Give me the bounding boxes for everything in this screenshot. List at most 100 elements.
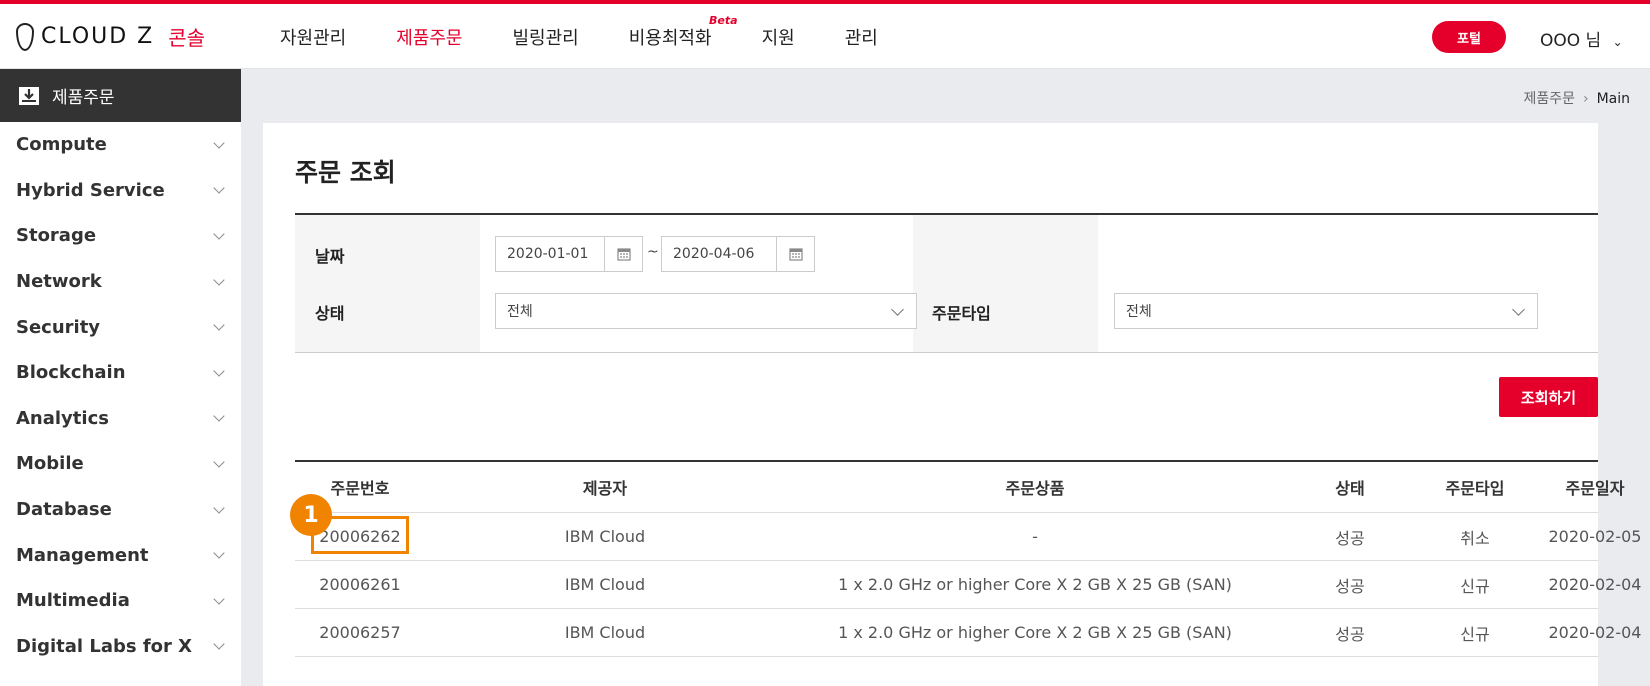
chevron-down-icon — [213, 456, 225, 468]
sidebar-item-label: Blockchain — [16, 362, 126, 384]
column-header: 주문상품 — [1005, 479, 1065, 498]
breadcrumb-parent[interactable]: 제품주문 — [1523, 91, 1575, 107]
chevron-down-icon — [213, 501, 225, 514]
table-header-row: 주문번호 제공자 주문상품 상태 주문타입 주문일자 — [295, 462, 1624, 513]
status-select-value: 전체 — [507, 304, 533, 320]
nav-cost-optimization-label: 비용최적화 — [628, 27, 712, 49]
order-date-cell: 2020-02-05 — [1548, 527, 1642, 546]
chevron-down-icon — [213, 319, 225, 331]
sidebar-item-label: Security — [16, 316, 101, 338]
product-cell: 1 x 2.0 GHz or higher Core X 2 GB X 25 G… — [838, 575, 1232, 594]
sidebar-item-storage[interactable]: Storage — [0, 213, 241, 259]
chevron-down-icon — [213, 410, 225, 423]
order-type-select-value: 전체 — [1126, 304, 1152, 320]
chevron-down-icon — [891, 303, 904, 316]
date-label: 날짜 — [315, 247, 345, 266]
order-number-link[interactable]: 20006261 — [295, 561, 425, 608]
table-row[interactable]: 20006261 IBM Cloud 1 x 2.0 GHz or higher… — [295, 561, 1641, 609]
sidebar-item-multimedia[interactable]: Multimedia — [0, 578, 241, 624]
user-name: OOO 님 — [1540, 31, 1602, 51]
page-title: 주문 조회 — [295, 158, 396, 187]
nav-cost-optimization[interactable]: 비용최적화 Beta — [628, 14, 738, 50]
annotation-step-marker: 1 — [290, 494, 332, 536]
breadcrumb: 제품주문 › Main — [1523, 88, 1630, 108]
sidebar-item-database[interactable]: Database — [0, 487, 241, 533]
date-to-input[interactable]: 2020-04-06 — [661, 236, 777, 272]
sidebar-item-label: Multimedia — [16, 590, 130, 612]
status-cell: 성공 — [1335, 528, 1365, 548]
logo-text: CLOUD Z — [41, 24, 155, 49]
logo[interactable]: CLOUD Z 콘솔 — [16, 22, 205, 51]
user-menu[interactable]: OOO 님 ⌄ — [1540, 26, 1623, 51]
chevron-down-icon — [213, 365, 225, 377]
download-icon — [18, 86, 40, 106]
sidebar-item-blockchain[interactable]: Blockchain — [0, 350, 241, 396]
sidebar-item-label: Hybrid Service — [16, 179, 165, 201]
sidebar-item-analytics[interactable]: Analytics — [0, 396, 241, 442]
order-type-cell: 신규 — [1460, 624, 1490, 644]
sidebar-item-label: Management — [16, 544, 149, 566]
chevron-right-icon: › — [1582, 91, 1589, 107]
chevron-down-icon — [213, 638, 225, 650]
chevron-down-icon — [213, 182, 225, 195]
order-type-select[interactable]: 전체 — [1114, 293, 1538, 329]
calendar-icon[interactable] — [777, 236, 815, 272]
nav-support[interactable]: 지원 — [762, 24, 795, 50]
nav-resource-management[interactable]: 자원관리 — [280, 24, 346, 50]
nav-product-order[interactable]: 제품주문 — [396, 24, 462, 50]
order-date-cell: 2020-02-04 — [1548, 575, 1642, 594]
product-cell: 1 x 2.0 GHz or higher Core X 2 GB X 25 G… — [838, 623, 1232, 642]
sidebar-item-security[interactable]: Security — [0, 304, 241, 350]
nav-admin[interactable]: 관리 — [845, 24, 878, 50]
chevron-down-icon — [213, 593, 225, 605]
sidebar-item-digital-labs[interactable]: Digital Labs for X — [0, 624, 241, 670]
sidebar-item-mobile[interactable]: Mobile — [0, 441, 241, 487]
calendar-icon[interactable] — [605, 236, 643, 272]
provider-cell: IBM Cloud — [564, 527, 646, 546]
sidebar: 제품주문 Compute Hybrid Service Storage Netw… — [0, 69, 241, 686]
beta-badge: Beta — [709, 13, 738, 27]
status-label: 상태 — [315, 304, 345, 323]
sidebar-item-management[interactable]: Management — [0, 532, 241, 578]
status-cell: 성공 — [1335, 576, 1365, 596]
column-header: 주문일자 — [1565, 479, 1625, 498]
product-cell: - — [1032, 527, 1038, 546]
cloud-z-logo-icon — [16, 22, 34, 51]
table-row[interactable]: 20006257 IBM Cloud 1 x 2.0 GHz or higher… — [295, 609, 1641, 657]
search-button[interactable]: 조회하기 — [1499, 377, 1598, 417]
table-row[interactable]: 20006262 IBM Cloud - 성공 취소 2020-02-05 — [295, 513, 1641, 561]
filter-label-column-2 — [913, 215, 1098, 352]
sidebar-title: 제품주문 — [52, 88, 115, 108]
filter-label-column — [295, 215, 480, 352]
column-header: 주문타입 — [1445, 479, 1505, 498]
sidebar-item-label: Network — [16, 271, 102, 293]
column-header: 상태 — [1335, 479, 1365, 498]
order-number-link[interactable]: 20006257 — [295, 609, 425, 656]
global-nav: 자원관리 제품주문 빌링관리 비용최적화 Beta 지원 관리 — [280, 4, 928, 69]
date-from-input[interactable]: 2020-01-01 — [495, 236, 605, 272]
sidebar-item-compute[interactable]: Compute — [0, 122, 241, 168]
chevron-down-icon — [213, 273, 225, 286]
sidebar-item-hybrid-service[interactable]: Hybrid Service — [0, 168, 241, 214]
status-select[interactable]: 전체 — [495, 293, 917, 329]
order-date-cell: 2020-02-04 — [1548, 623, 1642, 642]
header: CLOUD Z 콘솔 자원관리 제품주문 빌링관리 비용최적화 Beta 지원 … — [0, 4, 1650, 69]
sidebar-item-label: Analytics — [16, 407, 109, 429]
order-type-cell: 신규 — [1460, 576, 1490, 596]
chevron-down-icon — [1512, 303, 1525, 316]
order-type-label: 주문타입 — [932, 304, 991, 323]
sidebar-item-network[interactable]: Network — [0, 259, 241, 305]
sidebar-item-label: Mobile — [16, 453, 84, 475]
column-header: 제공자 — [582, 479, 628, 498]
logo-sub: 콘솔 — [168, 26, 206, 50]
portal-button[interactable]: 포털 — [1432, 21, 1506, 53]
status-cell: 성공 — [1335, 624, 1365, 644]
filter-form: 날짜 상태 주문타입 2020-01-01 ~ 2020-04-06 전체 전체 — [295, 213, 1598, 353]
chevron-down-icon — [213, 228, 225, 240]
sidebar-item-label: Digital Labs for X — [16, 635, 193, 657]
date-separator: ~ — [647, 244, 659, 260]
nav-billing[interactable]: 빌링관리 — [513, 24, 579, 50]
provider-cell: IBM Cloud — [564, 623, 646, 642]
provider-cell: IBM Cloud — [564, 575, 646, 594]
chevron-down-icon — [213, 547, 225, 559]
